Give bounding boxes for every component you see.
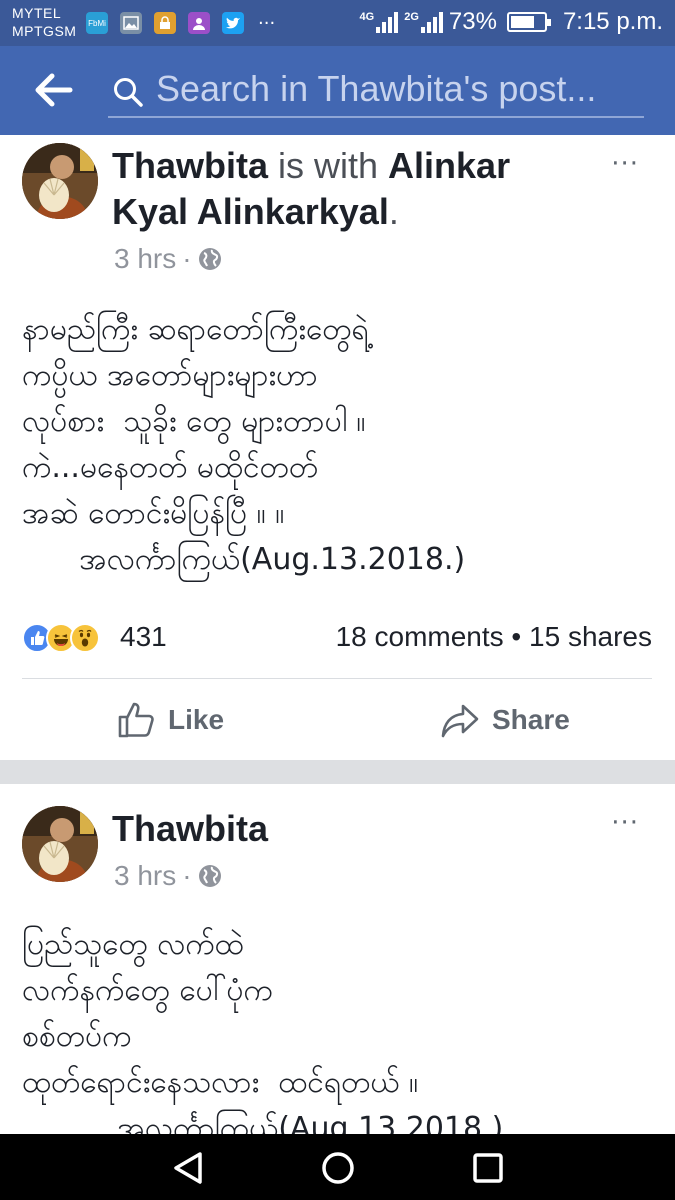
thumbs-up-icon (118, 702, 154, 738)
meta-separator: · (182, 860, 192, 891)
globe-icon (198, 248, 221, 270)
wow-icon (70, 623, 100, 653)
reaction-count: 431 (120, 621, 167, 652)
more-options-icon[interactable]: ··· (611, 149, 639, 179)
post-card: Thawbita ··· 3 hrs · ပြည်သူတွေ လက်ထဲ လက်… (0, 784, 675, 1134)
post-body: နာမည်ကြီး ဆရာတော်ကြီးတွေရဲ့ ကပ္ပိယ အတော်… (22, 312, 466, 577)
back-triangle-icon[interactable] (168, 1148, 208, 1188)
battery-percent: 73% (448, 8, 497, 35)
comment-count[interactable]: 18 comments (336, 621, 504, 652)
battery-fill (510, 16, 534, 28)
photo-icon (120, 12, 142, 34)
notification-icons: FbMi ··· (86, 12, 275, 34)
post-meta: 3 hrs · (114, 243, 222, 275)
search-icon (114, 78, 143, 107)
avatar[interactable] (22, 806, 98, 882)
post-time[interactable]: 3 hrs (114, 860, 176, 892)
battery-icon (506, 12, 551, 32)
author-name[interactable]: Thawbita (112, 145, 268, 186)
stats-separator: • (503, 621, 530, 652)
search-bar[interactable] (108, 60, 644, 118)
more-options-icon[interactable]: ··· (611, 808, 639, 838)
recent-apps-square-icon[interactable] (468, 1148, 508, 1188)
clock: 7:15 p.m. (562, 8, 663, 35)
search-header (0, 46, 675, 135)
post-header: Thawbita is with Alinkar Kyal Alinkarkya… (112, 143, 592, 235)
android-nav-bar (0, 1134, 675, 1200)
meta-separator: · (182, 243, 192, 274)
twitter-icon (222, 12, 244, 34)
carrier-1: MYTEL (12, 5, 62, 21)
divider (22, 678, 652, 679)
reaction-icons (22, 623, 100, 653)
globe-icon (198, 865, 221, 887)
end-punctuation: . (388, 191, 399, 232)
feed-separator (0, 760, 675, 784)
reaction-summary[interactable]: 431 18 comments • 15 shares (22, 621, 652, 655)
post-header: Thawbita (112, 806, 592, 852)
share-button[interactable]: Share (440, 695, 570, 745)
system-indicators: 4G 2G 73% 7:15 p.m. (360, 8, 663, 36)
network-type-1: 4G (359, 11, 375, 23)
back-arrow-icon[interactable] (34, 72, 74, 108)
lock-icon (154, 12, 176, 34)
engagement-stats: 18 comments • 15 shares (336, 621, 652, 653)
share-label: Share (492, 704, 570, 735)
contact-icon (188, 12, 210, 34)
author-name[interactable]: Thawbita (112, 808, 268, 849)
post-time[interactable]: 3 hrs (114, 243, 176, 275)
home-circle-icon[interactable] (318, 1148, 358, 1188)
search-input[interactable] (156, 66, 640, 112)
like-label: Like (168, 704, 225, 735)
avatar[interactable] (22, 143, 98, 219)
with-text: is with (268, 145, 389, 186)
post-meta: 3 hrs · (114, 860, 222, 892)
signal-icon-2 (420, 11, 443, 33)
carrier-names: MYTEL MPTGSM (12, 4, 76, 40)
facebook-notification-icon: FbMi (86, 12, 108, 34)
signal-icon-1 (376, 11, 399, 33)
network-type-2: 2G (404, 11, 419, 23)
like-button[interactable]: Like (116, 695, 224, 745)
share-count[interactable]: 15 shares (529, 621, 652, 652)
post-card: Thawbita is with Alinkar Kyal Alinkarkya… (0, 135, 675, 760)
carrier-2: MPTGSM (12, 23, 77, 39)
post-actions: Like Share (0, 695, 675, 745)
post-body: ပြည်သူတွေ လက်ထဲ လက်နက်တွေ ပေါ်ပုံက စစ်တပ… (22, 927, 504, 1134)
share-arrow-icon (441, 704, 479, 738)
more-notifications-icon: ··· (258, 12, 276, 34)
status-bar: MYTEL MPTGSM FbMi ··· 4G 2G 73% 7:15 p.m… (0, 0, 675, 46)
